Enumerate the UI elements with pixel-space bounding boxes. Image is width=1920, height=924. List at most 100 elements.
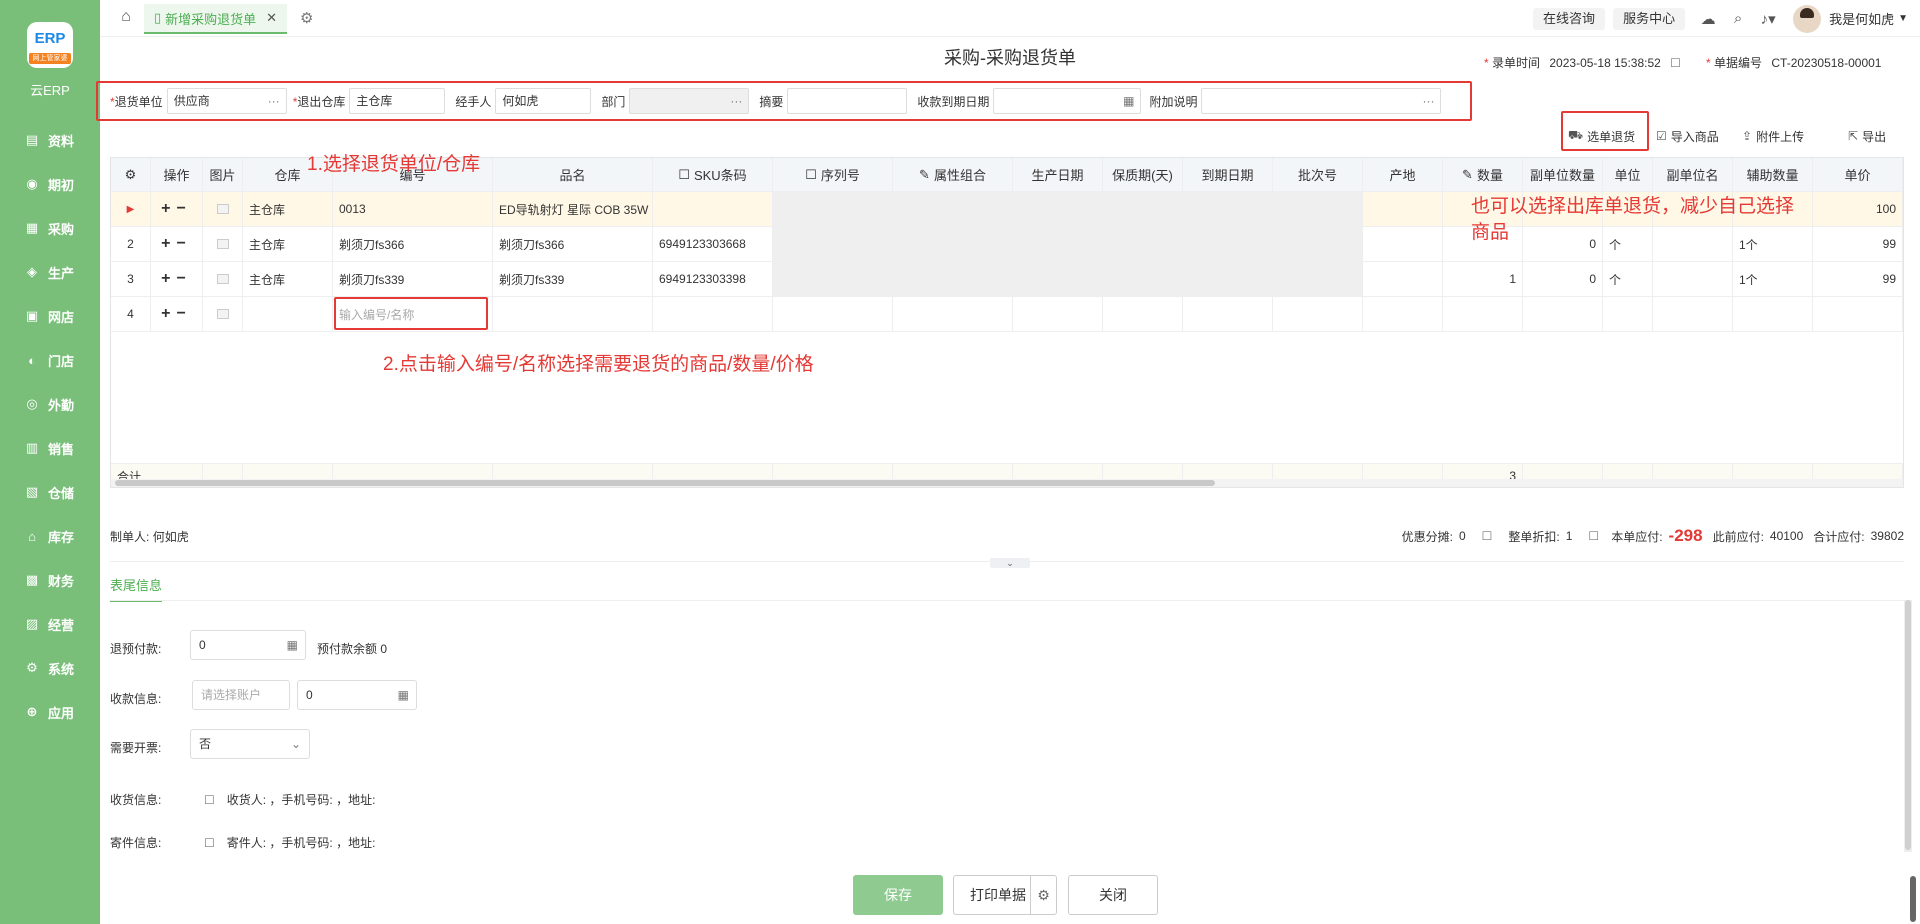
sidebar-item-system[interactable]: ⚙ 系统: [0, 646, 100, 690]
add-remove-icon[interactable]: +−: [161, 270, 192, 288]
vertical-scrollbar[interactable]: [1904, 600, 1912, 852]
account-select[interactable]: 请选择账户: [192, 680, 290, 710]
cell-warehouse[interactable]: 主仓库: [243, 262, 333, 296]
sidebar-item-store[interactable]: ◐ 门店: [0, 338, 100, 382]
home-icon[interactable]: ⌂: [116, 8, 136, 28]
cell-code[interactable]: 剃须刀fs366: [333, 227, 493, 261]
row-image[interactable]: [203, 297, 243, 331]
sidebar-item-field[interactable]: ◎ 外勤: [0, 382, 100, 426]
cell-name[interactable]: ED导轨射灯 星际 COB 35W: [493, 192, 653, 226]
cell-sku[interactable]: [653, 192, 773, 226]
app-logo[interactable]: ERP 网上管家婆 云ERP: [27, 22, 73, 98]
calculator-icon[interactable]: ▦: [398, 681, 409, 709]
sidebar-item-inventory[interactable]: ⌂ 库存: [0, 514, 100, 558]
cell-unit[interactable]: [1603, 297, 1653, 331]
row-ops[interactable]: +−: [151, 262, 203, 296]
cell-aux[interactable]: [1733, 297, 1813, 331]
cell-subunit[interactable]: [1653, 297, 1733, 331]
search-icon[interactable]: ⌕: [1723, 10, 1753, 27]
edit-icon[interactable]: ☐: [1588, 529, 1599, 543]
tab-new-purchase-return[interactable]: ▯ 新增采购退货单 ✕: [144, 4, 288, 34]
row-image[interactable]: [203, 262, 243, 296]
cell-name[interactable]: [493, 297, 653, 331]
sidebar-item-eshop[interactable]: ▣ 网店: [0, 294, 100, 338]
add-remove-icon[interactable]: +−: [161, 305, 192, 323]
add-remove-icon[interactable]: +−: [161, 235, 192, 253]
column-settings-icon[interactable]: ⚙: [111, 158, 151, 191]
sidebar-item-data[interactable]: ▤ 资料: [0, 118, 100, 162]
close-icon[interactable]: ✕: [266, 10, 277, 26]
chevron-down-icon[interactable]: ⌄: [990, 558, 1030, 568]
cell-sku[interactable]: 6949123303398: [653, 262, 773, 296]
sidebar-item-opening[interactable]: ◉ 期初: [0, 162, 100, 206]
cell-subqty[interactable]: [1523, 297, 1603, 331]
cell-price[interactable]: [1813, 297, 1903, 331]
cell-name[interactable]: 剃须刀fs366: [493, 227, 653, 261]
sidebar-item-finance[interactable]: ▩ 财务: [0, 558, 100, 602]
sidebar-item-storage[interactable]: ▧ 仓储: [0, 470, 100, 514]
row-ops[interactable]: +−: [151, 227, 203, 261]
edit-icon[interactable]: ☐: [204, 836, 215, 850]
cell-code[interactable]: 0013: [333, 192, 493, 226]
service-center-button[interactable]: 服务中心: [1613, 7, 1686, 30]
sidebar-item-production[interactable]: ◈ 生产: [0, 250, 100, 294]
cloud-download-icon[interactable]: ☁: [1693, 10, 1723, 28]
cell-sku[interactable]: 6949123303668: [653, 227, 773, 261]
row-ops[interactable]: +−: [151, 297, 203, 331]
row-image[interactable]: [203, 227, 243, 261]
export-button[interactable]: ⇱ 导出: [1848, 126, 1886, 146]
calculator-icon[interactable]: ▦: [287, 631, 298, 659]
add-remove-icon[interactable]: +−: [161, 200, 192, 218]
tab-tail-info[interactable]: 表尾信息: [110, 575, 163, 602]
bell-icon[interactable]: ♪▾: [1753, 10, 1783, 28]
cell-origin[interactable]: [1363, 227, 1443, 261]
image-icon: [216, 274, 229, 284]
cell-unit[interactable]: 个: [1603, 262, 1653, 296]
cell-origin[interactable]: [1363, 192, 1443, 226]
scrollbar-thumb[interactable]: [115, 480, 1215, 486]
cell-sku[interactable]: [653, 297, 773, 331]
cell-origin[interactable]: [1363, 262, 1443, 296]
cell-warehouse[interactable]: [243, 297, 333, 331]
row-image[interactable]: [203, 192, 243, 226]
horizontal-scrollbar[interactable]: [111, 479, 1903, 487]
print-button[interactable]: 打印单据 ⚙: [953, 875, 1057, 915]
cell-name[interactable]: 剃须刀fs339: [493, 262, 653, 296]
sidebar-item-business[interactable]: ▨ 经营: [0, 602, 100, 646]
attach-upload-button[interactable]: ⇪ 附件上传: [1742, 126, 1804, 146]
row-ops[interactable]: +−: [151, 192, 203, 226]
invoice-select[interactable]: 否 ⌄: [190, 729, 310, 759]
import-goods-button[interactable]: ☑ 导入商品: [1656, 126, 1719, 146]
scrollbar-thumb[interactable]: [1910, 876, 1916, 922]
online-consult-button[interactable]: 在线咨询: [1533, 7, 1606, 30]
save-button[interactable]: 保存: [853, 875, 943, 915]
cell-price[interactable]: 100: [1813, 192, 1903, 226]
sidebar-item-apps[interactable]: ⊕ 应用: [0, 690, 100, 734]
cell-subqty[interactable]: 0: [1523, 262, 1603, 296]
cell-warehouse[interactable]: 主仓库: [243, 192, 333, 226]
cell-price[interactable]: 99: [1813, 262, 1903, 296]
table-row[interactable]: 3 +− 主仓库 剃须刀fs339 剃须刀fs339 6949123303398…: [111, 262, 1903, 297]
gear-icon[interactable]: ⚙: [1030, 876, 1056, 914]
scrollbar-thumb[interactable]: [1905, 600, 1911, 850]
cell-serial: [773, 297, 893, 331]
cell-warehouse[interactable]: 主仓库: [243, 227, 333, 261]
receipt-amount-input[interactable]: 0 ▦: [297, 680, 417, 710]
cell-price[interactable]: 99: [1813, 227, 1903, 261]
cell-aux[interactable]: 1个: [1733, 262, 1813, 296]
user-menu[interactable]: 我是何如虎 ▼: [1793, 4, 1908, 33]
sidebar-item-sales[interactable]: ▥ 销售: [0, 426, 100, 470]
edit-icon[interactable]: ☐: [204, 793, 215, 807]
prepay-balance: 预付款余额 0: [317, 642, 388, 656]
gear-icon[interactable]: ⚙: [300, 9, 313, 27]
cell-code[interactable]: 剃须刀fs339: [333, 262, 493, 296]
edit-icon[interactable]: ☐: [1482, 529, 1493, 543]
sidebar-item-purchase[interactable]: ▦ 采购: [0, 206, 100, 250]
prepay-input[interactable]: 0 ▦: [190, 630, 306, 660]
cell-qty[interactable]: [1443, 297, 1523, 331]
cell-origin[interactable]: [1363, 297, 1443, 331]
cell-qty[interactable]: 1: [1443, 262, 1523, 296]
cell-subunit[interactable]: [1653, 262, 1733, 296]
close-button[interactable]: 关闭: [1068, 875, 1158, 915]
edit-icon[interactable]: ☐: [1670, 56, 1681, 70]
